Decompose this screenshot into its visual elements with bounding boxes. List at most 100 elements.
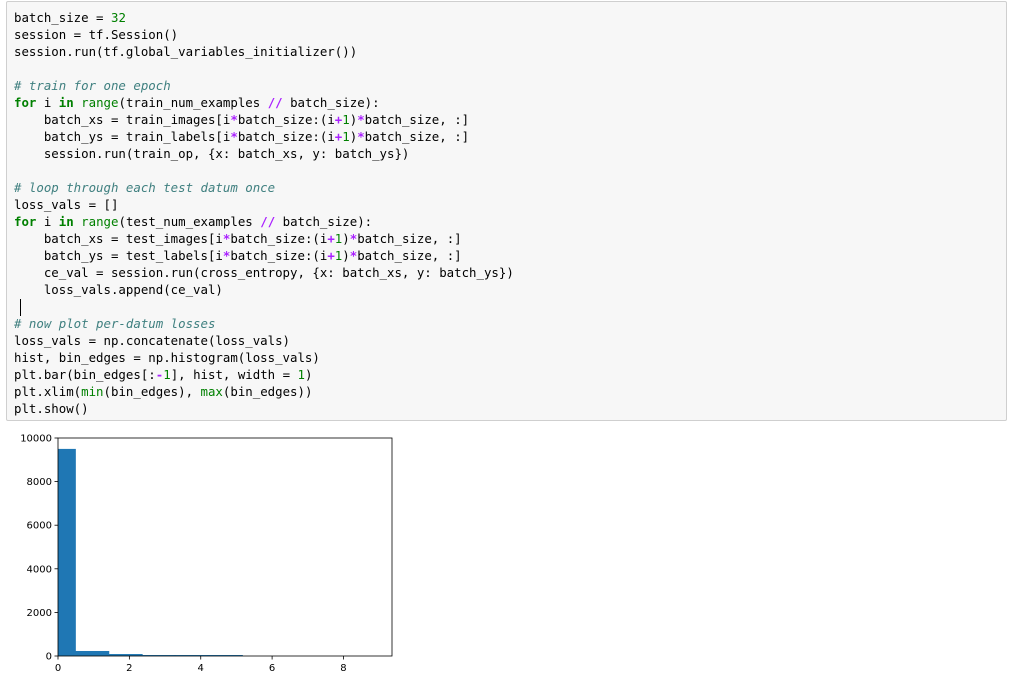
code-token: range (81, 95, 119, 110)
code-token: ce_val = session.run(cross_entropy, {x: … (14, 265, 514, 280)
code-line: plt.bar(bin_edges[:-1], hist, width = 1) (14, 366, 514, 383)
code-token: (train_num_examples (118, 95, 268, 110)
code-token: + (327, 248, 335, 263)
code-token: plt.show() (14, 401, 89, 416)
histogram-bar (73, 650, 110, 656)
code-token: for (14, 214, 37, 229)
code-line: plt.show() (14, 400, 514, 417)
code-line: loss_vals = [] (14, 196, 514, 213)
y-tick-label: 6000 (27, 521, 52, 532)
code-token: for (14, 95, 37, 110)
code-token: in (58, 95, 74, 110)
code-line: # train for one epoch (14, 77, 514, 94)
y-tick-label: 10000 (20, 434, 52, 445)
code-token: loss_vals = np.concatenate(loss_vals) (14, 333, 291, 348)
code-token: loss_vals.append(ce_val) (14, 282, 223, 297)
code-token: batch_ys = test_labels[i (14, 248, 223, 263)
x-tick-label: 0 (55, 663, 61, 674)
code-token: plt.xlim( (14, 384, 82, 399)
code-token: batch_xs = train_images[i (14, 112, 231, 127)
code-token: // (267, 95, 283, 110)
code-token: session.run(tf.global_variables_initiali… (14, 44, 358, 59)
code-token: in (58, 214, 74, 229)
code-line: session = tf.Session() (14, 26, 514, 43)
code-token: 1 (297, 367, 305, 382)
code-token: // (260, 214, 276, 229)
code-line: batch_ys = train_labels[i*batch_size:(i+… (14, 128, 514, 145)
code-line: session.run(tf.global_variables_initiali… (14, 43, 514, 60)
y-tick-label: 0 (46, 652, 52, 663)
code-token: + (327, 231, 335, 246)
x-tick-label: 6 (269, 663, 275, 674)
code-token: 1 (342, 129, 350, 144)
code-token: * (230, 112, 238, 127)
code-token: batch_size:(i (237, 129, 335, 144)
code-line: batch_size = 32 (14, 9, 514, 26)
code-line: batch_xs = train_images[i*batch_size:(i+… (14, 111, 514, 128)
code-line: batch_ys = test_labels[i*batch_size:(i+1… (14, 247, 514, 264)
code-token: batch_size:(i (237, 112, 335, 127)
code-token: (bin_edges)) (222, 384, 313, 399)
code-token: loss_vals = [] (14, 197, 119, 212)
code-line: # now plot per-datum losses (14, 315, 514, 332)
code-token: ) (304, 367, 313, 382)
code-line: for i in range(test_num_examples // batc… (14, 213, 514, 230)
code-token: i (36, 95, 59, 110)
code-token: 32 (110, 10, 126, 25)
code-token: 1 (163, 367, 171, 382)
code-token: ) (342, 248, 350, 263)
code-token: batch_size:(i (230, 231, 328, 246)
code-token: * (357, 112, 365, 127)
code-token: batch_xs = test_images[i (14, 231, 223, 246)
code-token: 1 (342, 112, 350, 127)
code-token: # train for one epoch (14, 78, 171, 93)
code-token: i (36, 214, 59, 229)
axes-group: 0 2 4 6 8 0 2000 4000 6000 8000 10000 (20, 434, 393, 674)
code-token: max (200, 384, 223, 399)
code-token: * (230, 129, 238, 144)
code-token: min (81, 384, 104, 399)
code-token: session = tf.Session() (14, 27, 179, 42)
code-token: ], hist, width = (170, 367, 298, 382)
code-token: batch_size, :] (357, 231, 462, 246)
plot-frame (57, 437, 393, 657)
code-line: loss_vals.append(ce_val) (14, 281, 514, 298)
text-cursor (20, 299, 21, 316)
bars-group (58, 448, 243, 656)
code-token: plt.bar(bin_edges[: (14, 367, 156, 382)
code-token: # loop through each test datum once (14, 180, 276, 195)
code-token: session.run(train_op, {x: batch_xs, y: b… (14, 146, 410, 161)
y-tick-label: 2000 (27, 608, 52, 619)
code-token: batch_size:(i (230, 248, 328, 263)
x-tick-label: 8 (340, 663, 346, 674)
cell-output: 0 2 4 6 8 0 2000 4000 6000 8000 10000 (0, 425, 420, 682)
code-editor[interactable]: batch_size = 32 session = tf.Session() ses… (14, 9, 514, 417)
code-token: batch_size, :] (357, 248, 462, 263)
y-tick-label: 8000 (27, 477, 52, 488)
histogram-chart: 0 2 4 6 8 0 2000 4000 6000 8000 10000 (20, 434, 393, 674)
x-tick-label: 4 (198, 663, 204, 674)
code-token: hist, bin_edges = np.histogram(loss_vals… (14, 350, 320, 365)
code-cell[interactable]: batch_size = 32 session = tf.Session() ses… (6, 1, 1007, 421)
code-line: for i in range(train_num_examples // bat… (14, 94, 514, 111)
code-token: range (81, 214, 119, 229)
code-token: batch_ys = train_labels[i (14, 129, 231, 144)
code-token: batch_size, :] (364, 112, 470, 127)
code-token: (test_num_examples (118, 214, 261, 229)
code-line: plt.xlim(min(bin_edges), max(bin_edges)) (14, 383, 514, 400)
code-token: * (357, 129, 365, 144)
code-token: batch_size): (275, 214, 373, 229)
code-line: loss_vals = np.concatenate(loss_vals) (14, 332, 514, 349)
code-line: batch_xs = test_images[i*batch_size:(i+1… (14, 230, 514, 247)
code-token: batch_size): (282, 95, 380, 110)
code-token: batch_size, :] (364, 129, 470, 144)
code-line: session.run(train_op, {x: batch_xs, y: b… (14, 145, 514, 162)
code-line: ce_val = session.run(cross_entropy, {x: … (14, 264, 514, 281)
code-line: hist, bin_edges = np.histogram(loss_vals… (14, 349, 514, 366)
y-tick-label: 4000 (27, 564, 52, 575)
x-tick-label: 2 (126, 663, 132, 674)
code-token: ) (342, 231, 350, 246)
